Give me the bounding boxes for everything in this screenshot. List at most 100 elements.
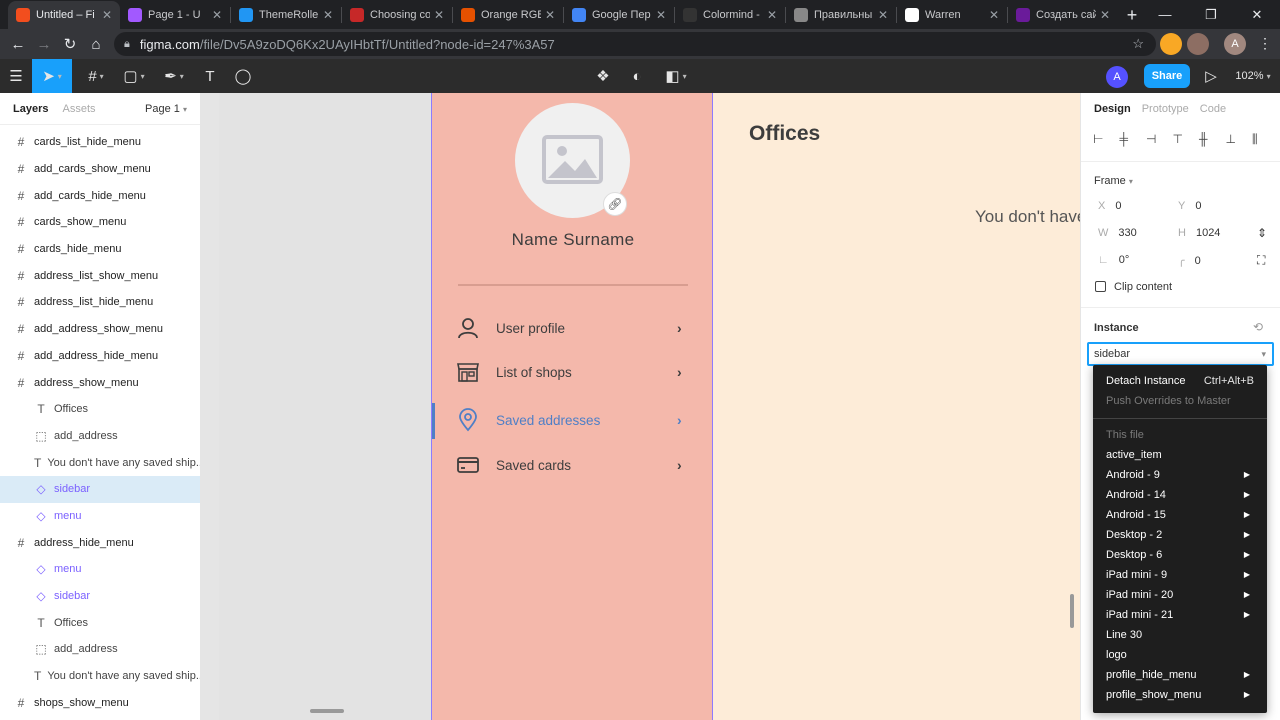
browser-tab[interactable]: ThemeRoller ✕ xyxy=(231,1,341,29)
tab-close-icon[interactable]: ✕ xyxy=(656,8,666,22)
pen-tool[interactable]: ✒ ▾ xyxy=(156,59,192,93)
minimize-icon[interactable]: — xyxy=(1142,0,1188,29)
shape-tool[interactable]: ▢ ▾ xyxy=(116,59,152,93)
sidebar-menu-item[interactable]: Saved addresses › xyxy=(432,405,714,435)
layer-item[interactable]: T Offices xyxy=(0,609,200,636)
canvas[interactable]: 🔗︎ Name Surname User profile › List of sho… xyxy=(201,93,1080,720)
instance-option[interactable]: iPad mini - 9 ▶ xyxy=(1093,565,1267,585)
instance-option[interactable]: Desktop - 6 ▶ xyxy=(1093,545,1267,565)
mask-icon[interactable]: ◐ xyxy=(624,59,650,93)
share-button[interactable]: Share xyxy=(1144,64,1190,88)
horizontal-scrollbar[interactable] xyxy=(310,709,344,713)
sidebar-frame[interactable]: 🔗︎ Name Surname User profile › List of sho… xyxy=(431,93,713,720)
instance-option[interactable]: iPad mini - 20 ▶ xyxy=(1093,585,1267,605)
browser-tab[interactable]: Page 1 - U ✕ xyxy=(120,1,230,29)
tab-close-icon[interactable]: ✕ xyxy=(323,8,333,22)
height-field[interactable]: H 1024 xyxy=(1178,227,1220,239)
go-to-master-icon[interactable]: ⟲ xyxy=(1253,320,1263,334)
layer-item[interactable]: # add_address_hide_menu xyxy=(0,343,200,370)
layer-item[interactable]: ⬚ add_address xyxy=(0,636,200,663)
x-field[interactable]: X0 xyxy=(1098,200,1121,212)
present-play-icon[interactable]: ▷ xyxy=(1198,59,1224,93)
align-bottom-icon[interactable]: ⊥ xyxy=(1226,132,1253,146)
instance-option[interactable]: profile_show_menu ▶ xyxy=(1093,685,1267,705)
url-input[interactable]: 🔒︎ figma.com /file/Dv5A9zoDQ6Kx2UAyIHbtT… xyxy=(114,32,1156,56)
align-middle-icon[interactable]: ╫ xyxy=(1199,132,1226,146)
tab-design[interactable]: Design xyxy=(1094,103,1131,115)
reload-icon[interactable]: ↻ xyxy=(57,35,83,53)
detach-instance-item[interactable]: Detach Instance Ctrl+Alt+B xyxy=(1093,371,1267,391)
content-frame[interactable]: Offices You don't have any saved shippin… xyxy=(713,93,1080,720)
layer-item[interactable]: # address_list_hide_menu xyxy=(0,289,200,316)
tab-close-icon[interactable]: ✕ xyxy=(1100,8,1110,22)
instance-option[interactable]: profile_hide_menu ▶ xyxy=(1093,665,1267,685)
layer-item[interactable]: # cards_hide_menu xyxy=(0,236,200,263)
browser-tab[interactable]: Создать сай ✕ xyxy=(1008,1,1118,29)
layer-item[interactable]: # shops_show_menu xyxy=(0,689,200,716)
tab-close-icon[interactable]: ✕ xyxy=(212,8,222,22)
align-top-icon[interactable]: ⊤ xyxy=(1173,132,1200,146)
layer-item[interactable]: # address_hide_menu xyxy=(0,529,200,556)
instance-option[interactable]: logo xyxy=(1093,645,1267,665)
clip-content-checkbox[interactable] xyxy=(1095,281,1106,292)
layer-item[interactable]: ◇ menu xyxy=(0,556,200,583)
align-center-h-icon[interactable]: ╪ xyxy=(1120,132,1147,146)
layer-item[interactable]: T Offices xyxy=(0,396,200,423)
tab-code[interactable]: Code xyxy=(1200,103,1226,115)
sidebar-menu-item[interactable]: Saved cards › xyxy=(432,450,714,480)
instance-option[interactable]: Android - 14 ▶ xyxy=(1093,485,1267,505)
browser-tab[interactable]: Choosing co ✕ xyxy=(342,1,452,29)
home-icon[interactable]: ⌂ xyxy=(83,36,109,53)
instance-option[interactable]: Desktop - 2 ▶ xyxy=(1093,525,1267,545)
tab-close-icon[interactable]: ✕ xyxy=(767,8,777,22)
layer-item[interactable]: ⬚ add_address xyxy=(0,423,200,450)
browser-tab[interactable]: Colormind - ✕ xyxy=(675,1,785,29)
layer-item[interactable]: ◇ sidebar xyxy=(0,475,200,503)
tab-assets[interactable]: Assets xyxy=(62,103,95,115)
frame-section-title[interactable]: Frame ▾ xyxy=(1081,175,1133,187)
bookmark-star-icon[interactable]: ☆ xyxy=(1132,36,1144,52)
boolean-icon[interactable]: ◧ ▾ xyxy=(658,59,694,93)
comment-tool[interactable]: ◯ xyxy=(228,59,258,93)
main-menu-icon[interactable]: ☰ xyxy=(0,59,32,93)
page-selector[interactable]: Page 1 ▾ xyxy=(145,103,187,115)
move-tool[interactable]: ➤ ▾ xyxy=(32,59,72,93)
browser-tab[interactable]: Google Пер ✕ xyxy=(564,1,674,29)
maximize-icon[interactable]: ❐ xyxy=(1188,0,1234,29)
frame-tool[interactable]: # ▾ xyxy=(78,59,114,93)
back-icon[interactable]: ← xyxy=(5,36,31,53)
layer-item[interactable]: # cards_show_menu xyxy=(0,209,200,236)
instance-option[interactable]: Android - 9 ▶ xyxy=(1093,465,1267,485)
browser-tab[interactable]: Правильны ✕ xyxy=(786,1,896,29)
layer-item[interactable]: T You don't have any saved ship... xyxy=(0,449,200,476)
tab-close-icon[interactable]: ✕ xyxy=(545,8,555,22)
profile-avatar[interactable]: A xyxy=(1224,33,1246,55)
forward-icon[interactable]: → xyxy=(31,36,57,53)
browser-tab[interactable]: Untitled – Fi ✕ xyxy=(8,1,120,29)
vertical-scrollbar[interactable] xyxy=(1070,594,1074,628)
layer-item[interactable]: ◇ sidebar xyxy=(0,583,200,610)
distribute-icon[interactable]: ⫼ xyxy=(1252,132,1279,147)
zoom-dropdown[interactable]: 102% ▾ xyxy=(1230,59,1276,93)
layer-item[interactable]: # cards_list_hide_menu xyxy=(0,129,200,156)
sidebar-menu-item[interactable]: List of shops › xyxy=(432,357,714,387)
layer-item[interactable]: # add_address_show_menu xyxy=(0,316,200,343)
y-field[interactable]: Y0 xyxy=(1178,200,1201,212)
width-field[interactable]: W 330 xyxy=(1098,227,1137,239)
tab-close-icon[interactable]: ✕ xyxy=(878,8,888,22)
layer-item[interactable]: # address_show_menu xyxy=(0,369,200,396)
constrain-proportions-icon[interactable]: ⇕ xyxy=(1257,226,1267,240)
tab-close-icon[interactable]: ✕ xyxy=(989,8,999,22)
close-window-icon[interactable]: ✕ xyxy=(1234,0,1280,29)
tab-layers[interactable]: Layers xyxy=(13,103,48,115)
layer-item[interactable]: T You don't have any saved ship... xyxy=(0,663,200,690)
extension-icon[interactable] xyxy=(1160,33,1182,55)
instance-option[interactable]: Android - 15 ▶ xyxy=(1093,505,1267,525)
extension-icon[interactable] xyxy=(1187,33,1209,55)
browser-menu-icon[interactable]: ⋮ xyxy=(1258,35,1272,52)
tab-close-icon[interactable]: ✕ xyxy=(434,8,444,22)
rotation-field[interactable]: ∟ 0° xyxy=(1098,254,1129,266)
attach-icon[interactable]: 🔗︎ xyxy=(603,192,627,216)
align-right-icon[interactable]: ⊣ xyxy=(1146,132,1173,146)
layer-item[interactable]: ◇ menu xyxy=(0,503,200,530)
